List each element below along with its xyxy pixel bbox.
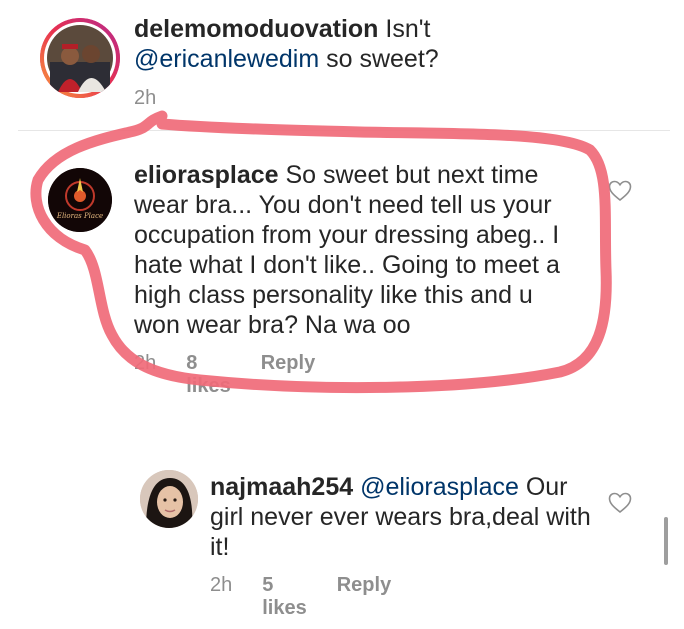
comment-meta: 2h 5 likes Reply: [210, 574, 391, 620]
username-link[interactable]: najmaah254: [210, 473, 353, 501]
heart-outline-icon: [608, 492, 632, 514]
avatar-eliorasplace[interactable]: Elioras Place: [48, 168, 112, 232]
reply-button[interactable]: Reply: [261, 352, 315, 375]
comment-text: eliorasplace So sweet but next time wear…: [134, 160, 584, 340]
like-button[interactable]: [608, 492, 632, 519]
timestamp: 2h: [134, 352, 157, 374]
woman-selfie-avatar-icon: [140, 470, 198, 528]
divider: [18, 130, 670, 131]
scrollbar-thumb[interactable]: [664, 517, 668, 565]
timestamp: 2h: [210, 574, 233, 596]
elioras-place-logo-avatar-icon: Elioras Place: [48, 168, 112, 232]
mention-link[interactable]: @ericanlewedim: [134, 45, 319, 73]
timestamp: 2h: [134, 87, 157, 109]
comment-meta: 2h: [134, 87, 156, 110]
likes-count[interactable]: 8 likes: [186, 352, 230, 398]
username-link[interactable]: delemomoduovation: [134, 15, 378, 43]
heart-outline-icon: [608, 180, 632, 202]
couple-photo-avatar-icon: [40, 18, 120, 98]
comment-text: delemomoduovation Isn't @ericanlewedim s…: [134, 14, 604, 74]
comment-body: Isn't: [378, 15, 431, 43]
comment-body: so sweet?: [319, 45, 439, 73]
likes-count[interactable]: 5 likes: [262, 574, 306, 620]
username-link[interactable]: eliorasplace: [134, 161, 279, 189]
avatar-najmaah254[interactable]: [140, 470, 198, 528]
reply-button[interactable]: Reply: [337, 574, 391, 597]
avatar-delemomoduovation[interactable]: [40, 18, 120, 98]
svg-text:Elioras Place: Elioras Place: [56, 212, 103, 220]
like-button[interactable]: [608, 180, 632, 207]
comment-text: najmaah254 @eliorasplace Our girl never …: [210, 472, 600, 562]
comment-meta: 2h 8 likes Reply: [134, 352, 315, 398]
mention-link[interactable]: @eliorasplace: [360, 473, 519, 501]
